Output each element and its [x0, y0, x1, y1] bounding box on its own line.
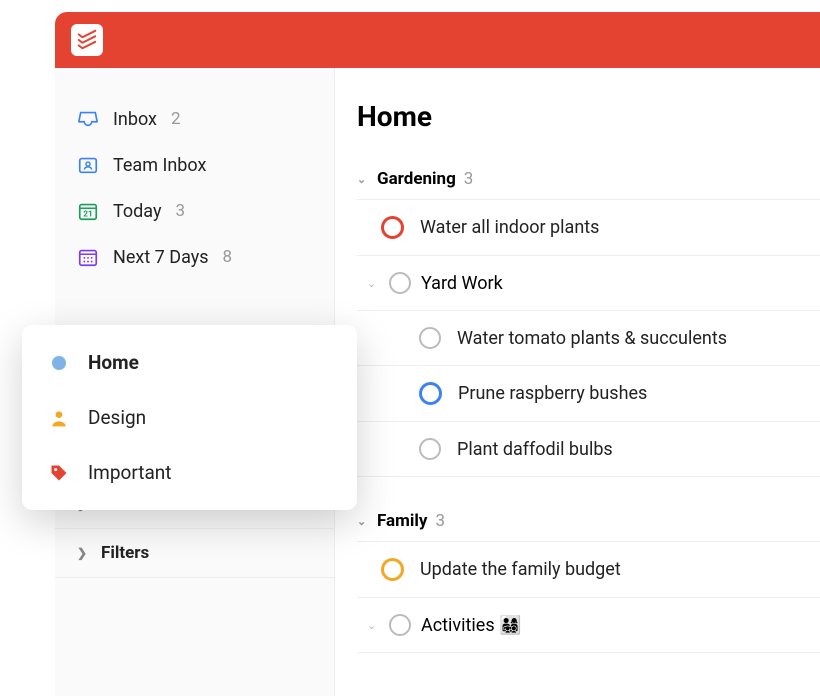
- calendar-today-icon: 21: [77, 200, 99, 222]
- app-logo[interactable]: [71, 24, 103, 56]
- chevron-right-icon: ❯: [77, 546, 89, 560]
- task-text: Water all indoor plants: [420, 217, 820, 238]
- nav-team-inbox[interactable]: Team Inbox: [55, 142, 334, 188]
- chevron-down-icon: ⌄: [357, 515, 369, 528]
- nav-label: Team Inbox: [113, 155, 206, 176]
- nav-next7[interactable]: Next 7 Days 8: [55, 234, 334, 280]
- nav-label: Inbox: [113, 109, 157, 130]
- task-text: Yard Work: [421, 273, 820, 294]
- sidebar-category-filters[interactable]: ❯ Filters: [55, 529, 334, 578]
- task-row-parent[interactable]: ⌄ Activities 👨‍👩‍👧‍👦: [357, 598, 820, 653]
- favorite-item-important[interactable]: Important: [22, 445, 357, 500]
- task-checkbox[interactable]: [381, 558, 404, 581]
- task-row[interactable]: Update the family budget: [357, 542, 820, 598]
- task-checkbox[interactable]: [419, 327, 441, 349]
- section-header-family[interactable]: ⌄ Family 3: [357, 503, 820, 542]
- page-title: Home: [357, 100, 820, 133]
- favorite-item-home[interactable]: Home: [22, 335, 357, 390]
- calendar-week-icon: [77, 246, 99, 268]
- task-checkbox[interactable]: [419, 438, 441, 460]
- task-row[interactable]: Water tomato plants & succulents: [357, 311, 820, 366]
- tag-icon: [48, 463, 70, 483]
- task-row-parent[interactable]: ⌄ Yard Work: [357, 256, 820, 311]
- section-name: Gardening: [377, 169, 456, 189]
- main-content: Home ⌄ Gardening 3 Water all indoor plan…: [335, 68, 820, 696]
- task-checkbox[interactable]: [419, 382, 442, 405]
- nav-count: 8: [223, 247, 233, 267]
- task-text: Plant daffodil bulbs: [457, 439, 820, 460]
- nav-count: 3: [175, 201, 185, 221]
- person-icon: [48, 408, 70, 428]
- chevron-down-icon: ⌄: [357, 173, 369, 186]
- nav-label: Next 7 Days: [113, 247, 209, 268]
- task-checkbox[interactable]: [389, 272, 411, 294]
- family-emoji: 👨‍👩‍👧‍👦: [499, 615, 521, 636]
- task-text: Update the family budget: [420, 559, 820, 580]
- nav-count: 2: [171, 109, 181, 129]
- category-label: Filters: [101, 543, 149, 563]
- topbar: [55, 12, 820, 68]
- task-checkbox[interactable]: [389, 614, 411, 636]
- nav-inbox[interactable]: Inbox 2: [55, 96, 334, 142]
- favorite-label: Important: [88, 461, 172, 484]
- section-count: 3: [435, 511, 445, 531]
- favorite-label: Home: [88, 351, 139, 374]
- section-name: Family: [377, 511, 427, 531]
- task-row[interactable]: Prune raspberry bushes: [357, 366, 820, 422]
- section-header-gardening[interactable]: ⌄ Gardening 3: [357, 161, 820, 200]
- task-text: Prune raspberry bushes: [458, 383, 820, 404]
- favorite-label: Design: [88, 406, 146, 429]
- favorite-item-design[interactable]: Design: [22, 390, 357, 445]
- section-count: 3: [464, 169, 474, 189]
- task-text: Activities 👨‍👩‍👧‍👦: [421, 615, 820, 636]
- task-row[interactable]: Plant daffodil bulbs: [357, 422, 820, 477]
- dot-icon: [48, 356, 70, 370]
- team-inbox-icon: [77, 154, 99, 176]
- task-row[interactable]: Water all indoor plants: [357, 200, 820, 256]
- todoist-logo-icon: [76, 29, 98, 51]
- favorites-popover: Home Design Important: [22, 325, 357, 510]
- svg-text:21: 21: [83, 210, 92, 220]
- inbox-icon: [77, 108, 99, 130]
- task-text: Water tomato plants & succulents: [457, 328, 820, 349]
- chevron-down-icon: ⌄: [367, 619, 379, 632]
- chevron-down-icon: ⌄: [367, 277, 379, 290]
- nav-label: Today: [113, 201, 161, 222]
- task-checkbox[interactable]: [381, 216, 404, 239]
- nav-today[interactable]: 21 Today 3: [55, 188, 334, 234]
